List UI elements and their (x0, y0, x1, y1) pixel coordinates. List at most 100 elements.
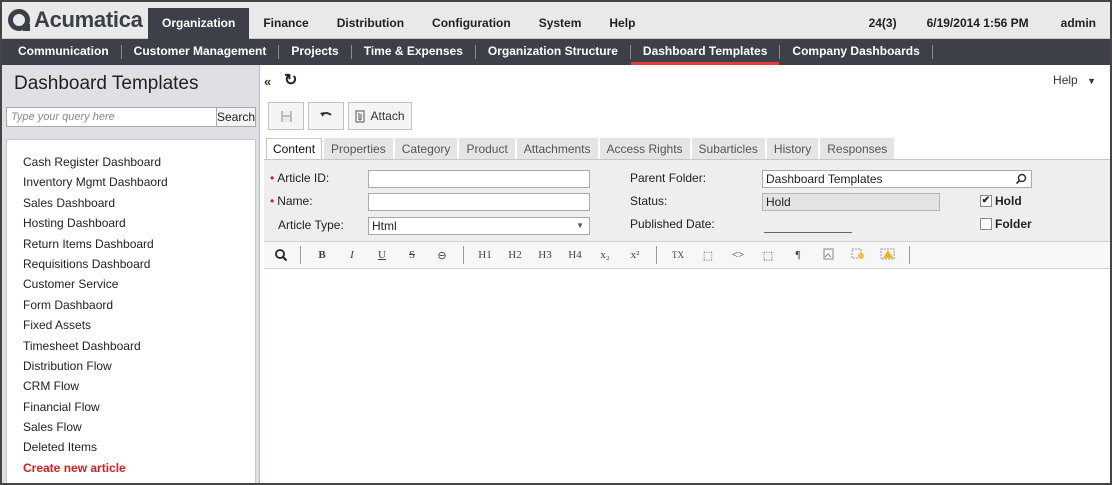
top-nav-organization[interactable]: Organization (148, 8, 250, 39)
tab-attachments[interactable]: Attachments (516, 138, 598, 160)
list-item[interactable]: Requisitions Dashboard (23, 254, 255, 274)
tip-icon[interactable] (843, 248, 873, 263)
attach-button[interactable]: Attach (348, 102, 412, 130)
list-item[interactable]: Distribution Flow (23, 356, 255, 376)
tab-responses[interactable]: Responses (820, 138, 895, 160)
divider (656, 246, 657, 264)
list-item[interactable]: Customer Service (23, 274, 255, 294)
divider (463, 246, 464, 264)
heading1-button[interactable]: H1 (470, 249, 500, 261)
tab-history[interactable]: History (766, 138, 819, 160)
parent-folder-label: Parent Folder: (630, 171, 707, 185)
required-marker: • (270, 194, 275, 208)
help-menu[interactable]: Help ▼ (1053, 73, 1096, 87)
table-icon[interactable]: ⬚ (693, 249, 723, 262)
article-id-label: • Article ID: (270, 171, 329, 185)
search-icon[interactable] (1015, 173, 1027, 185)
embed-code-icon[interactable]: ⬚ (753, 249, 783, 262)
search-button[interactable]: Search (216, 107, 256, 127)
save-button[interactable] (268, 102, 304, 130)
search-input[interactable] (6, 107, 218, 127)
underline-button[interactable]: U (367, 249, 397, 261)
parent-folder-field[interactable]: Dashboard Templates (762, 170, 1032, 188)
list-item[interactable]: Timesheet Dashboard (23, 336, 255, 356)
collapse-panel-icon[interactable]: « (264, 74, 271, 89)
sub-nav-projects[interactable]: Projects (279, 39, 350, 65)
article-type-label: Article Type: (278, 218, 344, 232)
strikethrough-button[interactable]: S (397, 249, 427, 261)
list-item[interactable]: Deleted Items (23, 437, 255, 457)
list-item[interactable]: Hosting Dashboard (23, 213, 255, 233)
list-item[interactable]: Financial Flow (23, 397, 255, 417)
article-id-field[interactable] (368, 170, 590, 188)
status-field: Hold (762, 193, 940, 211)
heading4-button[interactable]: H4 (560, 249, 590, 261)
current-datetime: 6/19/2014 1:56 PM (926, 16, 1029, 30)
paragraph-icon[interactable]: ¶ (783, 249, 813, 261)
list-item[interactable]: CRM Flow (23, 376, 255, 396)
article-type-select[interactable]: Html ▼ (368, 217, 590, 235)
heading2-button[interactable]: H2 (500, 249, 530, 261)
logo-text: Acumatica (34, 7, 143, 32)
list-item[interactable]: Sales Flow (23, 417, 255, 437)
italic-button[interactable]: I (337, 249, 367, 261)
save-icon (280, 110, 292, 122)
chevron-down-icon: ▼ (576, 221, 584, 230)
hold-checkbox[interactable]: ✔ Hold (980, 194, 1022, 208)
parent-folder-value: Dashboard Templates (766, 172, 883, 186)
tab-content[interactable]: Content (266, 138, 323, 160)
article-form: • Article ID: • Name: Article Type: Html ▼… (264, 159, 1110, 241)
divider (931, 45, 933, 59)
superscript-button[interactable]: x² (620, 249, 650, 261)
list-item[interactable]: Form Dashbaord (23, 295, 255, 315)
published-date-field[interactable] (764, 232, 852, 233)
sub-nav-organization-structure[interactable]: Organization Structure (476, 39, 630, 65)
top-nav-help[interactable]: Help (595, 8, 649, 39)
tab-properties[interactable]: Properties (324, 138, 393, 160)
tab-product[interactable]: Product (459, 138, 515, 160)
list-item[interactable]: Sales Dashboard (23, 193, 255, 213)
heading3-button[interactable]: H3 (530, 249, 560, 261)
article-type-value: Html (372, 219, 397, 233)
sub-nav-communication[interactable]: Communication (6, 39, 121, 65)
sub-nav-customer-management[interactable]: Customer Management (122, 39, 279, 65)
top-nav-configuration[interactable]: Configuration (418, 8, 525, 39)
clear-format-button[interactable]: TX (663, 250, 693, 260)
notifications-count[interactable]: 24(3) (857, 8, 909, 39)
list-item[interactable]: Return Items Dashboard (23, 234, 255, 254)
tab-access-rights[interactable]: Access Rights (599, 138, 690, 160)
name-label-text: Name: (277, 194, 313, 208)
list-item[interactable]: Inventory Mgmt Dashbaord (23, 172, 255, 192)
content-editor[interactable] (264, 269, 1110, 483)
subscript-button[interactable]: x₂ (590, 249, 620, 261)
name-label: • Name: (270, 194, 313, 208)
name-field[interactable] (368, 193, 590, 211)
user-menu[interactable]: admin (1047, 8, 1110, 39)
sub-nav-dashboard-templates[interactable]: Dashboard Templates (630, 39, 780, 65)
code-icon[interactable]: <> (723, 249, 753, 261)
attach-label: Attach (370, 109, 405, 123)
list-item[interactable]: Cash Register Dashboard (23, 152, 255, 172)
top-nav-system[interactable]: System (525, 8, 596, 39)
create-article-link[interactable]: Create new article (23, 458, 255, 478)
sub-nav: Communication Customer Management Projec… (2, 39, 1110, 65)
sub-nav-company-dashboards[interactable]: Company Dashboards (780, 39, 931, 65)
sub-nav-time-expenses[interactable]: Time & Expenses (352, 39, 475, 65)
required-marker: • (270, 171, 275, 185)
undo-button[interactable] (308, 102, 344, 130)
list-item[interactable]: Fixed Assets (23, 315, 255, 335)
link-icon[interactable]: ⊖ (427, 249, 457, 262)
folder-checkbox[interactable]: Folder (980, 217, 1032, 231)
tab-subarticles[interactable]: Subarticles (691, 138, 765, 160)
warning-icon[interactable] (873, 248, 903, 263)
refresh-icon[interactable]: ↻ (284, 70, 297, 90)
bold-button[interactable]: B (307, 249, 337, 261)
image-icon[interactable] (813, 248, 843, 263)
top-nav-distribution[interactable]: Distribution (323, 8, 418, 39)
top-nav-finance[interactable]: Finance (249, 8, 322, 39)
tab-category[interactable]: Category (394, 138, 458, 160)
search-icon[interactable] (274, 248, 288, 262)
divider (909, 246, 910, 264)
logo[interactable]: Acumatica (8, 6, 143, 34)
tip-icon-shape (851, 248, 864, 259)
